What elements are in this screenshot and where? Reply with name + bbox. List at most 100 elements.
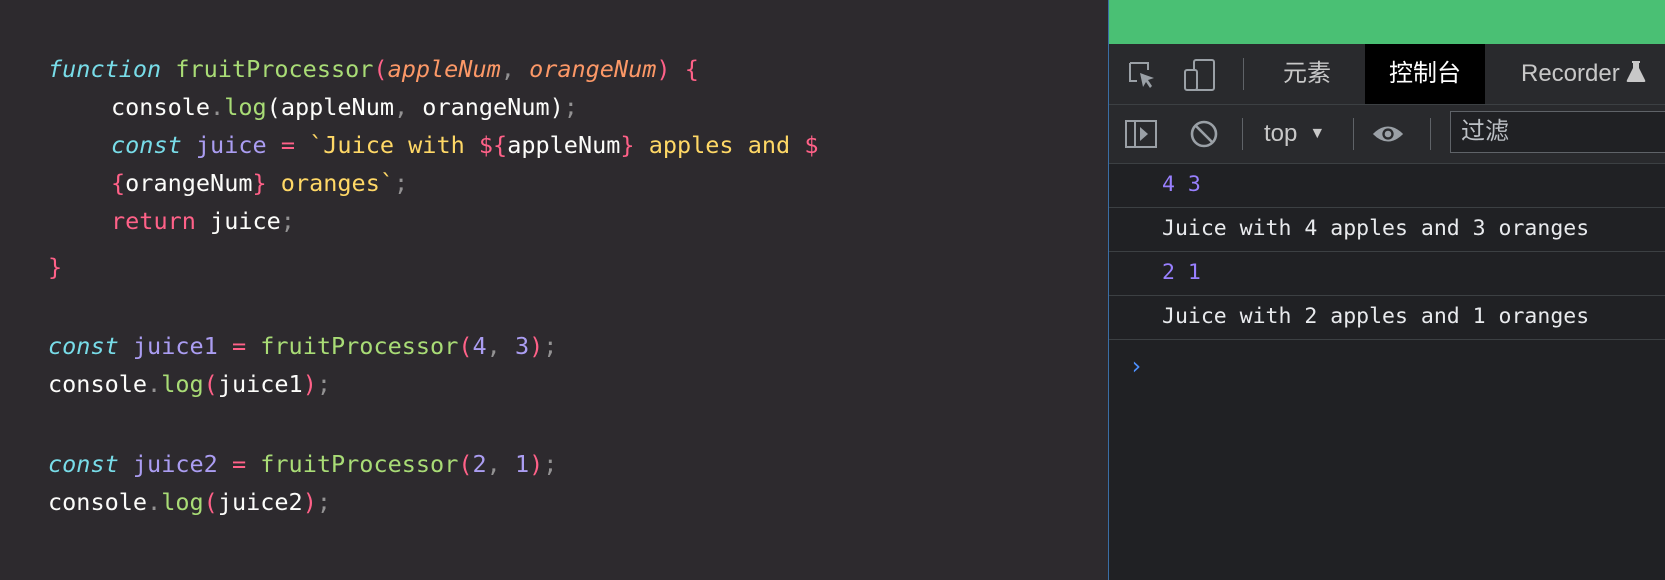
param: orangeNum xyxy=(529,55,657,83)
number: 2 xyxy=(472,450,487,478)
method: log xyxy=(161,370,204,398)
code-line-12: console.log(juice2); xyxy=(48,482,331,522)
semicolon: ; xyxy=(543,450,558,478)
clear-console-icon[interactable] xyxy=(1187,117,1221,151)
code-line-3: const juice = `Juice with ${appleNum} ap… xyxy=(111,125,818,165)
identifier: juice xyxy=(210,207,281,235)
tab-console[interactable]: 控制台 xyxy=(1365,44,1485,104)
page-viewport-strip xyxy=(1109,0,1665,44)
dot: . xyxy=(210,93,225,121)
paren: ) xyxy=(529,332,544,360)
interp-open: ${ xyxy=(478,131,508,159)
keyword: const xyxy=(48,332,119,360)
identifier: orangeNum xyxy=(422,93,550,121)
semicolon: ; xyxy=(394,169,409,197)
comma: , xyxy=(486,332,515,360)
semicolon: ; xyxy=(543,332,558,360)
screen: function fruitProcessor(appleNum, orange… xyxy=(0,0,1665,580)
string: oranges` xyxy=(266,169,394,197)
toolbar-separator xyxy=(1430,118,1431,150)
string: `Juice with xyxy=(309,131,479,159)
variable: juice2 xyxy=(132,450,218,478)
semicolon: ; xyxy=(316,488,332,516)
paren: ) xyxy=(656,55,671,83)
identifier: console xyxy=(48,488,148,516)
identifier: appleNum xyxy=(280,93,394,121)
string: apples and xyxy=(634,131,805,159)
comma: , xyxy=(394,93,423,121)
method: log xyxy=(224,93,267,121)
console-message-text: 4 3 xyxy=(1162,172,1201,197)
console-output[interactable]: 4 3 Juice with 4 apples and 3 oranges 2 … xyxy=(1109,164,1665,580)
live-expression-icon[interactable] xyxy=(1371,117,1405,151)
variable: juice1 xyxy=(132,332,218,360)
paren: ( xyxy=(458,332,473,360)
console-message-text: Juice with 2 apples and 1 oranges xyxy=(1162,304,1590,329)
sidebar-toggle-icon[interactable] xyxy=(1124,117,1158,151)
console-message: 4 3 xyxy=(1109,164,1665,208)
number: 1 xyxy=(514,450,530,478)
paren: ( xyxy=(203,370,218,398)
function-name: fruitProcessor xyxy=(175,55,374,83)
interp-close: } xyxy=(620,131,635,159)
console-message-text: 2 1 xyxy=(1162,260,1201,285)
toolbar-separator xyxy=(1353,118,1354,150)
tab-recorder-label: Recorder xyxy=(1521,60,1620,87)
paren: ) xyxy=(302,370,317,398)
identifier: console xyxy=(48,370,148,398)
tab-elements[interactable]: 元素 xyxy=(1259,44,1355,104)
dot: . xyxy=(147,488,162,516)
paren: ) xyxy=(529,450,544,478)
identifier: orangeNum xyxy=(125,169,253,197)
semicolon: ; xyxy=(280,207,295,235)
keyword: const xyxy=(48,450,119,478)
console-prompt-icon[interactable]: › xyxy=(1129,346,1143,386)
operator: = xyxy=(231,450,247,478)
inspect-element-icon[interactable] xyxy=(1125,58,1159,92)
devtools-panel: 元素 控制台 Recorder top ▼ 过滤 4 3 Juice with … xyxy=(1109,0,1665,580)
tab-recorder[interactable]: Recorder xyxy=(1497,44,1646,104)
keyword: function xyxy=(48,55,162,83)
function-name: fruitProcessor xyxy=(260,450,459,478)
code-line-11: const juice2 = fruitProcessor(2, 1); xyxy=(48,444,557,484)
method: log xyxy=(161,488,204,516)
identifier: appleNum xyxy=(507,131,621,159)
console-message: Juice with 2 apples and 1 oranges xyxy=(1109,296,1665,340)
code-line-8: const juice1 = fruitProcessor(4, 3); xyxy=(48,326,557,366)
code-line-9: console.log(juice1); xyxy=(48,364,331,404)
device-toolbar-icon[interactable] xyxy=(1183,58,1217,92)
number: 4 xyxy=(472,332,487,360)
console-message: Juice with 4 apples and 3 oranges xyxy=(1109,208,1665,252)
context-selector[interactable]: top ▼ xyxy=(1264,105,1325,163)
code-line-1: function fruitProcessor(appleNum, orange… xyxy=(48,49,699,89)
code-line-5: return juice; xyxy=(111,201,295,241)
paren: ) xyxy=(302,488,317,516)
operator: = xyxy=(231,332,247,360)
chevron-down-icon: ▼ xyxy=(1309,125,1326,142)
number: 3 xyxy=(514,332,530,360)
interp-open: { xyxy=(111,169,126,197)
identifier: juice2 xyxy=(217,488,303,516)
filter-input[interactable] xyxy=(1451,112,1665,152)
paren: ( xyxy=(203,488,218,516)
dot: . xyxy=(147,370,162,398)
console-message-text: Juice with 4 apples and 3 oranges xyxy=(1162,216,1590,241)
console-message: 2 1 xyxy=(1109,252,1665,296)
function-name: fruitProcessor xyxy=(260,332,459,360)
interp-close: } xyxy=(252,169,267,197)
variable: juice xyxy=(195,131,267,159)
identifier: juice1 xyxy=(217,370,303,398)
code-line-6: } xyxy=(48,247,62,287)
toolbar-separator xyxy=(1242,118,1243,150)
keyword: return xyxy=(111,207,196,235)
code-line-4: {orangeNum} oranges`; xyxy=(111,163,408,203)
param: appleNum xyxy=(387,55,501,83)
semicolon: ; xyxy=(316,370,332,398)
context-value: top xyxy=(1264,120,1298,147)
paren: ( xyxy=(373,55,388,83)
flask-icon xyxy=(1626,46,1646,106)
paren: ( xyxy=(266,93,281,121)
operator: = xyxy=(280,131,295,159)
comma: , xyxy=(486,450,515,478)
code-editor[interactable]: function fruitProcessor(appleNum, orange… xyxy=(0,0,1108,580)
